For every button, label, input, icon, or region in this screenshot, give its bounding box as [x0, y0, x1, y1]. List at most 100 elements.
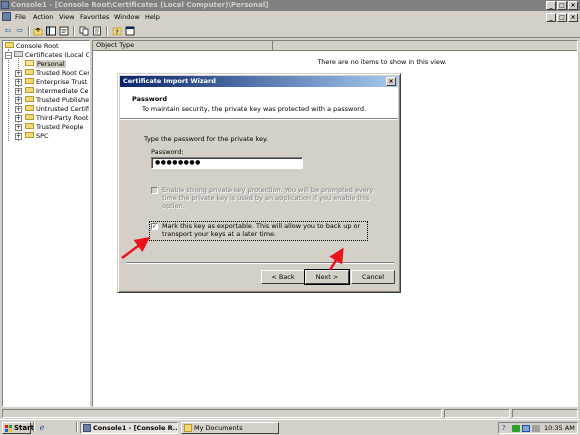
mmc-app-icon[interactable] — [1, 1, 9, 9]
back-arrow-icon[interactable]: ⇦ — [3, 26, 13, 36]
expand-icon[interactable]: + — [15, 133, 22, 140]
show-hide-tree-icon[interactable] — [46, 26, 56, 36]
menu-file[interactable]: File — [15, 13, 26, 22]
window-title: Console1 - [Console Root\Certificates (L… — [11, 1, 269, 9]
status-cell-main — [2, 409, 442, 418]
tree-item-label: Trusted Root Certil — [36, 69, 90, 77]
strong-protection-label: Enable strong private key protection. Yo… — [162, 186, 374, 210]
password-prompt: Type the password for the private key. — [144, 135, 268, 143]
collapse-icon[interactable]: − — [5, 52, 12, 59]
column-header-object-type[interactable]: Object Type — [93, 41, 273, 51]
dialog-title-bar[interactable]: Certificate Import Wizard × — [120, 76, 398, 87]
expand-icon[interactable]: + — [15, 88, 22, 95]
child-minimize-button[interactable]: _ — [546, 13, 556, 22]
menu-action[interactable]: Action — [33, 13, 53, 22]
password-field[interactable]: ●●●●●●●● — [151, 157, 303, 169]
tree-item-enterprise-trust[interactable]: Enterprise Trust — [25, 78, 87, 87]
back-button[interactable]: < Back — [261, 270, 305, 284]
column-header-bar: Object Type — [93, 41, 577, 51]
exportable-checkbox[interactable]: ✓ — [151, 223, 158, 230]
open-folder-icon — [25, 60, 34, 66]
maximize-button[interactable]: □ — [557, 1, 567, 10]
dialog-title: Certificate Import Wizard — [123, 77, 216, 85]
expand-icon[interactable]: + — [15, 97, 22, 104]
close-window-button[interactable]: × — [568, 1, 578, 10]
tree-item-third-party-root[interactable]: Third-Party Root C — [25, 114, 90, 123]
task-label: My Documents — [194, 424, 243, 432]
internet-explorer-icon[interactable]: ℯ — [37, 423, 47, 433]
task-label: Console1 - [Console R... — [93, 424, 178, 432]
console-tree[interactable]: Console Root − Certificates (Local Com P… — [2, 40, 90, 407]
task-console1[interactable]: Console1 - [Console R... — [80, 422, 178, 434]
strong-protection-checkbox[interactable] — [151, 187, 158, 194]
child-close-button[interactable]: × — [568, 13, 578, 22]
clock[interactable]: 10:35 AM — [544, 423, 575, 433]
menu-window[interactable]: Window — [114, 13, 140, 22]
status-bar — [0, 408, 580, 419]
expand-icon[interactable]: + — [15, 106, 22, 113]
tree-item-label: Enterprise Trust — [36, 78, 88, 86]
tree-item-label: Certificates (Local Com — [25, 51, 90, 59]
next-button[interactable]: Next > — [304, 269, 350, 285]
wizard-header: Password To maintain security, the priva… — [120, 87, 398, 119]
help-topic-icon[interactable]: ? — [112, 26, 122, 36]
toolbar-separator — [28, 26, 30, 36]
properties-icon[interactable] — [59, 26, 69, 36]
tree-connector — [8, 49, 9, 141]
system-menu-icon[interactable] — [2, 12, 11, 21]
new-window-icon[interactable] — [125, 26, 135, 36]
monitor-icon[interactable] — [522, 425, 530, 432]
folder-icon — [25, 132, 34, 138]
tree-item-untrusted[interactable]: Untrusted Certifica — [25, 105, 90, 114]
expand-icon[interactable]: + — [15, 124, 22, 131]
folder-icon — [5, 42, 14, 48]
tree-item-label: Untrusted Certifica — [36, 105, 90, 113]
task-my-documents[interactable]: My Documents — [181, 422, 279, 434]
toolbar-separator — [73, 26, 75, 36]
folder-icon — [25, 123, 34, 129]
tree-item-trusted-root[interactable]: Trusted Root Certil — [25, 69, 90, 78]
tree-item-label: Third-Party Root C — [36, 114, 90, 122]
export-list-icon[interactable] — [92, 26, 102, 36]
menu-view[interactable]: View — [59, 13, 74, 22]
tree-item-certificates[interactable]: Certificates (Local Com — [14, 51, 90, 60]
tree-item-intermediate[interactable]: Intermediate Certif — [25, 87, 89, 96]
wizard-page-subtitle: To maintain security, the private key wa… — [142, 105, 367, 113]
toolbar: ⇦ ⇨ ? — [0, 24, 580, 38]
window-title-bar[interactable]: Console1 - [Console Root\Certificates (L… — [0, 0, 580, 11]
status-cell — [512, 409, 578, 418]
folder-icon — [25, 114, 34, 120]
expand-icon[interactable]: + — [15, 79, 22, 86]
dialog-close-button[interactable]: × — [386, 77, 396, 86]
cancel-button[interactable]: Cancel — [351, 270, 395, 284]
child-maximize-button[interactable]: □ — [557, 13, 567, 22]
help-icon[interactable]: ? — [502, 425, 510, 432]
network-icon[interactable] — [512, 425, 520, 432]
tree-item-label: Trusted Publishers — [36, 96, 90, 104]
certificates-snapin-icon — [14, 51, 23, 57]
password-label: Password: — [151, 148, 184, 156]
system-tray: ? 10:35 AM — [498, 422, 578, 434]
tree-item-label: Console Root — [16, 42, 59, 50]
expand-icon[interactable]: + — [15, 70, 22, 77]
start-button[interactable]: Start — [2, 422, 34, 434]
menu-favorites[interactable]: Favorites — [80, 13, 109, 22]
tree-item-trusted-publishers[interactable]: Trusted Publishers — [25, 96, 90, 105]
tree-item-spc[interactable]: SPC — [25, 132, 49, 141]
minimize-button[interactable]: _ — [546, 1, 556, 10]
folder-icon — [25, 78, 34, 84]
menu-help[interactable]: Help — [145, 13, 160, 22]
folder-icon — [25, 87, 34, 93]
speaker-icon[interactable] — [532, 425, 540, 432]
tree-item-trusted-people[interactable]: Trusted People — [25, 123, 84, 132]
copy-icon[interactable] — [79, 26, 89, 36]
up-folder-icon[interactable] — [33, 26, 43, 36]
folder-icon — [25, 69, 34, 75]
forward-arrow-icon[interactable]: ⇨ — [15, 26, 25, 36]
tree-item-personal[interactable]: Personal — [25, 60, 66, 69]
menu-bar: File Action View Favorites Window Help _… — [0, 11, 580, 24]
tree-item-console-root[interactable]: Console Root — [5, 42, 59, 51]
expand-icon[interactable]: + — [15, 115, 22, 122]
folder-icon — [25, 96, 34, 102]
taskbar-separator — [33, 422, 35, 432]
